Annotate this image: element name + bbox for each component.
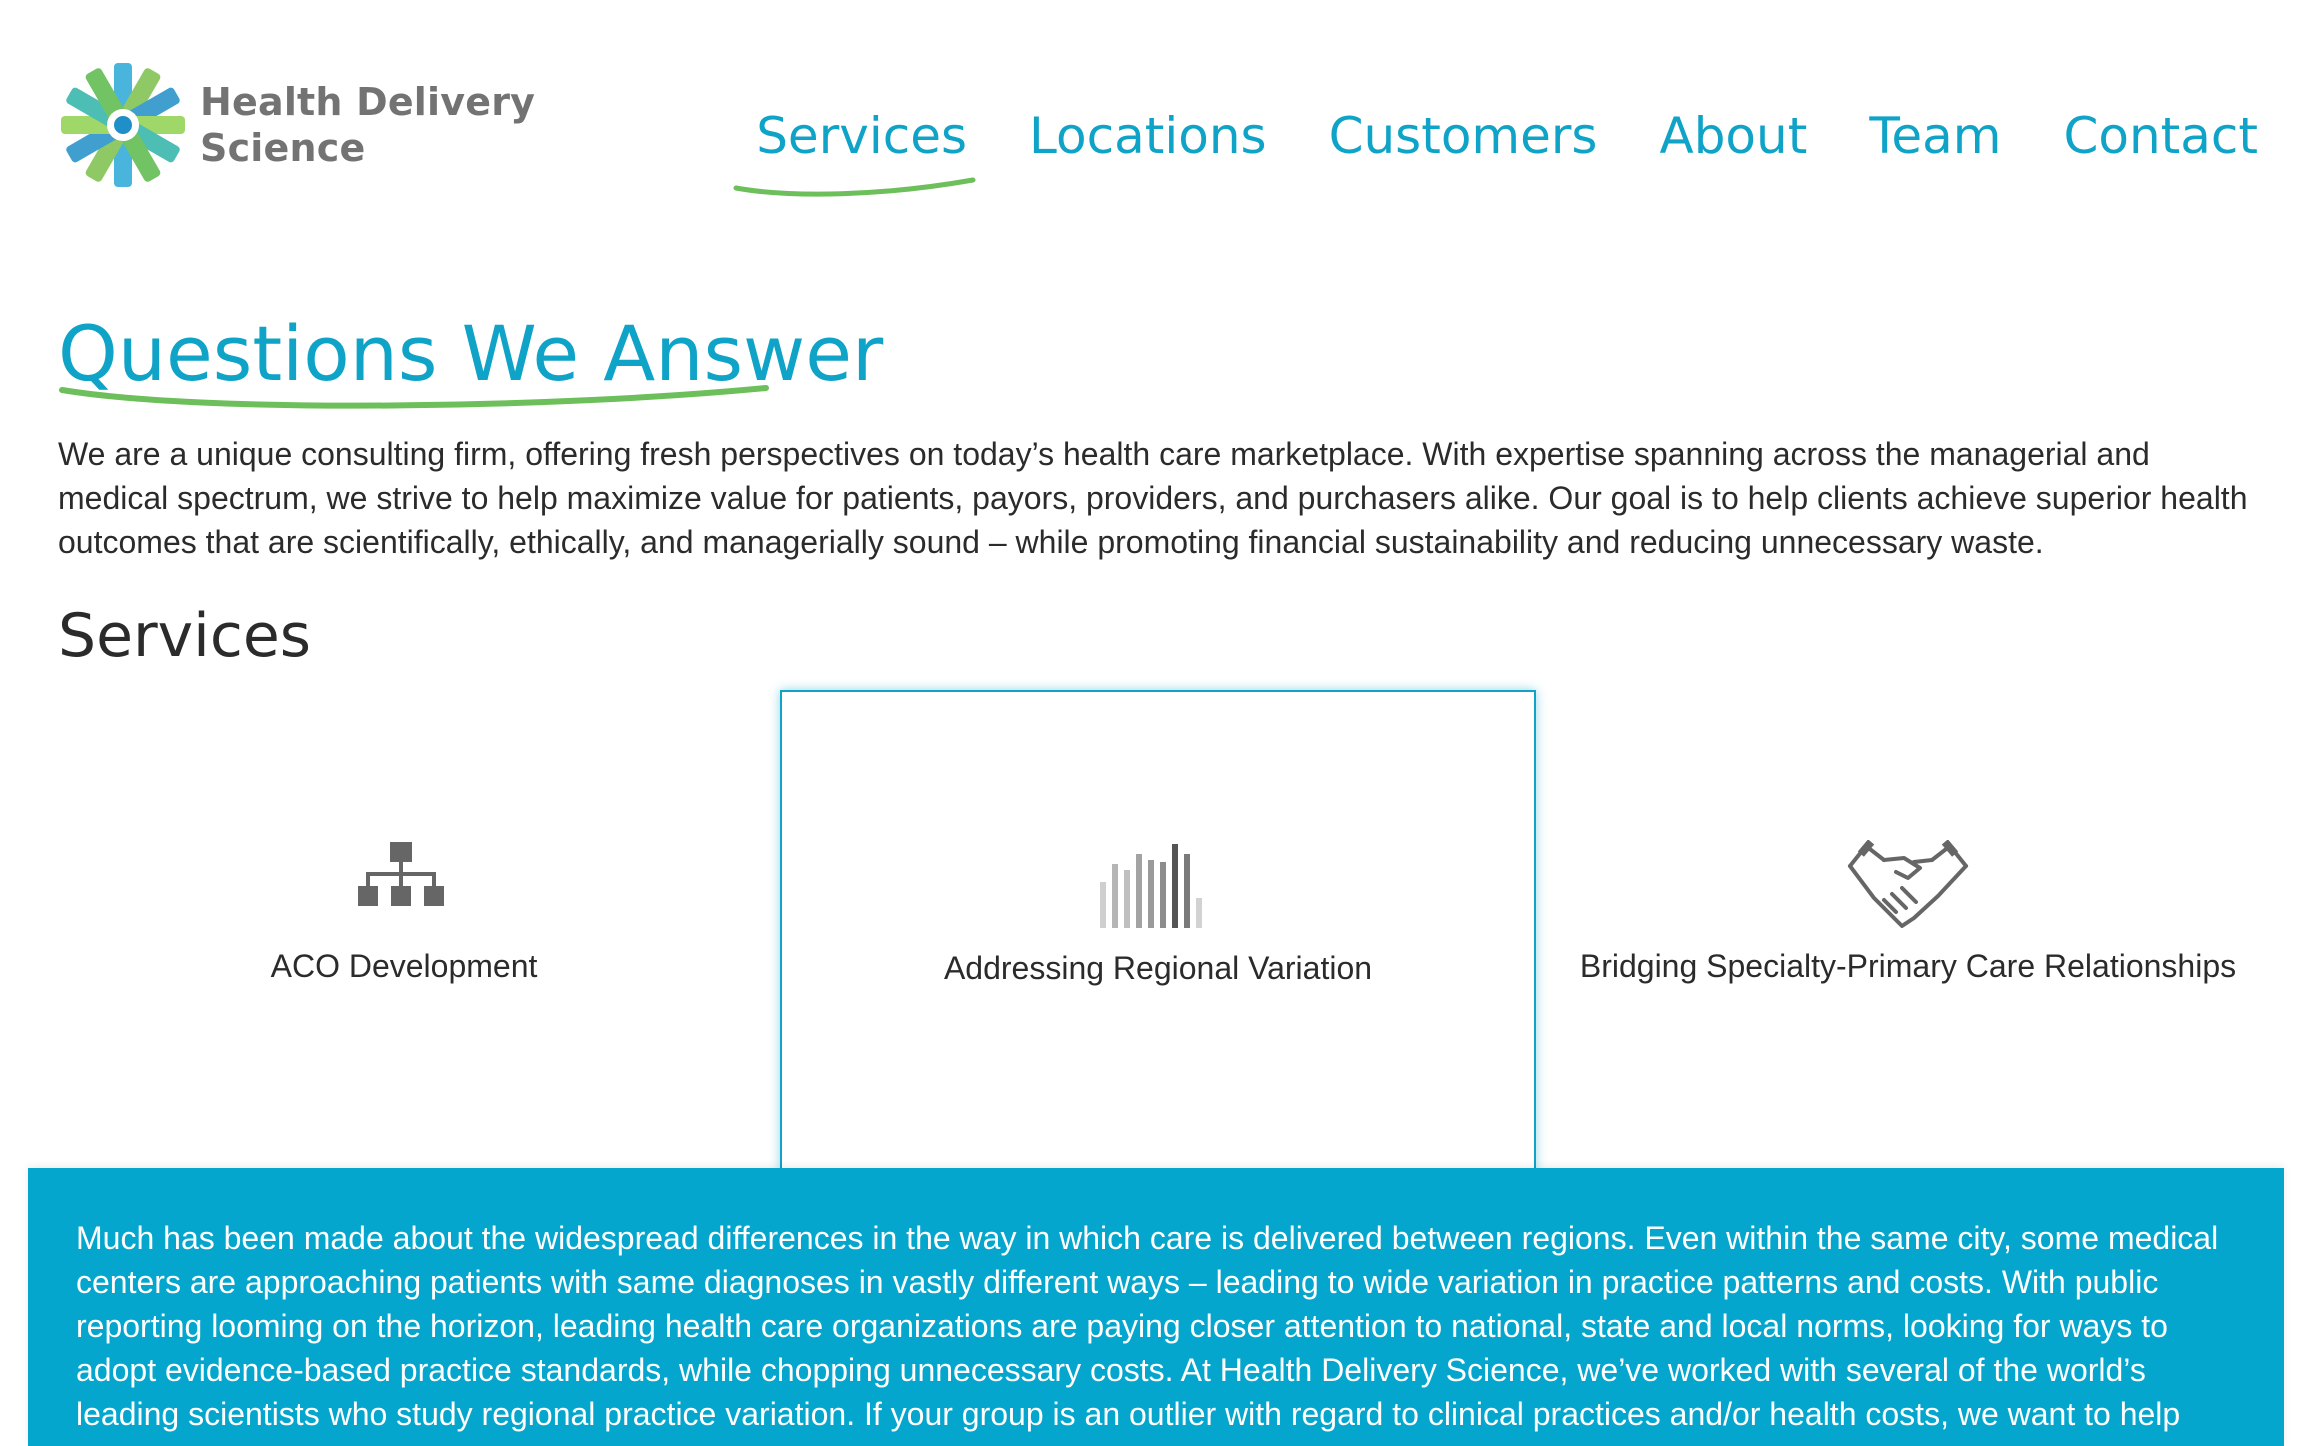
logo[interactable]: Health Delivery Science [58, 60, 535, 190]
title-underline [59, 385, 769, 409]
nav-about[interactable]: About [1659, 104, 1807, 168]
bar-chart-icon [1100, 844, 1202, 928]
main-nav: Services Locations Customers About Team … [733, 104, 2258, 197]
service-detail-panel: Much has been made about the widespread … [28, 1168, 2284, 1446]
nav-customers[interactable]: Customers [1329, 104, 1598, 168]
service-card-label: Addressing Regional Variation [943, 950, 1373, 986]
logo-line-2: Science [200, 126, 366, 170]
nav-locations[interactable]: Locations [1029, 104, 1267, 168]
services-heading: Services [58, 601, 312, 671]
service-card-regional-variation[interactable]: Addressing Regional Variation [780, 690, 1536, 1172]
logo-line-1: Health Delivery [200, 80, 536, 124]
service-card-specialty-primary[interactable]: Bridging Specialty-Primary Care Relation… [1532, 690, 2284, 1170]
service-card-aco[interactable]: ACO Development [28, 690, 780, 1170]
nav-team[interactable]: Team [1869, 104, 2001, 168]
service-card-label: ACO Development [270, 948, 538, 984]
logo-wordmark: Health Delivery Science [200, 79, 535, 171]
handshake-icon [1848, 840, 1968, 928]
logo-star-icon [61, 63, 185, 187]
service-cards: ACO Development Addressing Regional Vari… [28, 690, 2284, 1172]
nav-contact[interactable]: Contact [2063, 104, 2258, 168]
active-underline [733, 177, 976, 197]
intro-paragraph: We are a unique consulting firm, offerin… [58, 436, 2248, 560]
service-card-label: Bridging Specialty-Primary Care Relation… [1579, 948, 2237, 984]
site-header: Health Delivery Science Services Locatio… [0, 0, 2310, 230]
org-chart-icon [358, 842, 444, 906]
nav-services-label: Services [756, 107, 968, 165]
service-detail-text: Much has been made about the widespread … [76, 1220, 2219, 1432]
nav-services[interactable]: Services [733, 104, 976, 197]
